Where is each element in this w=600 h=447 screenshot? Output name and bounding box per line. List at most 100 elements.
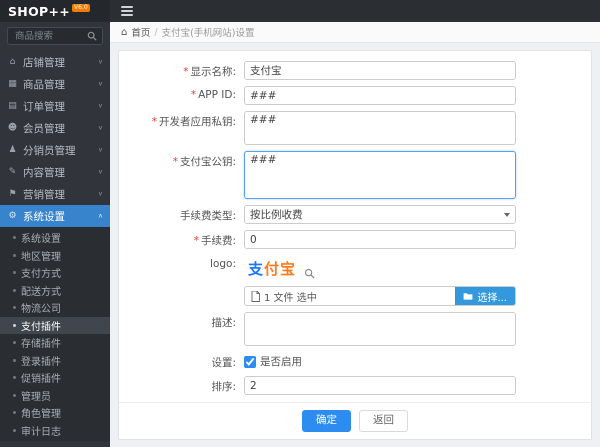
app-id-row: * APP ID: [119,86,591,105]
sidebar-subitem-promotion-plugins[interactable]: 促销插件 [0,369,110,387]
sidebar-subitem-storage-plugins[interactable]: 存储插件 [0,334,110,352]
enabled-checkbox-wrap[interactable]: 是否启用 [244,352,516,369]
sidebar-search [0,22,110,51]
sidebar: SHOP++ V6.0 ⌂ 店铺管理 ∨ ▦ 商品管理 ∨ ▤ 订单管理 [0,0,110,447]
dot-icon [13,288,16,292]
logo[interactable]: SHOP++ V6.0 [0,0,110,22]
sidebar-subitem-roles[interactable]: 角色管理 [0,404,110,422]
private-key-row: * 开发者应用私钥: ### [119,111,591,145]
search-input[interactable] [13,29,87,43]
folder-icon [464,293,473,300]
chevron-down-icon: ∨ [97,58,103,66]
sidebar-subitem-system-settings[interactable]: 系统设置 [0,229,110,247]
fee-label: * 手续费: [193,235,236,247]
sidebar-subitem-admins[interactable]: 管理员 [0,387,110,405]
fee-type-row: 手续费类型: 按比例收费 [119,205,591,224]
chevron-down-icon: ∨ [97,80,103,88]
description-label: 描述: [211,317,236,329]
sidebar-item-members[interactable]: ☻ 会员管理 ∨ [0,117,110,139]
chevron-down-icon: ∨ [97,168,103,176]
dot-icon [13,393,16,397]
sidebar-item-marketing[interactable]: ⚑ 营销管理 ∨ [0,183,110,205]
zoom-icon[interactable] [304,268,315,281]
back-button[interactable]: 返回 [359,410,408,432]
enabled-checkbox[interactable] [244,355,256,368]
orders-icon: ▤ [8,101,17,111]
shop-icon: ⌂ [9,57,16,67]
public-key-textarea[interactable]: ### [244,151,516,199]
logo-version-badge: V6.0 [72,3,90,12]
chevron-down-icon: ∨ [97,102,103,110]
form-actions: 确定 返回 [119,402,591,439]
menu-toggle-icon[interactable] [121,6,133,16]
required-mark: * [193,235,199,247]
app-id-input[interactable] [244,86,516,105]
sidebar-subitem-payment-methods[interactable]: 支付方式 [0,264,110,282]
dot-icon [13,306,16,310]
dot-icon [13,323,16,327]
content-icon: ✎ [8,167,17,177]
alipay-logo-image: 支付宝 [248,259,297,278]
logo-file-input: 1 文件 选中 选择... [244,286,516,306]
display-name-row: * 显示名称: [119,61,591,80]
private-key-textarea[interactable]: ### [244,111,516,145]
sidebar-item-content[interactable]: ✎ 内容管理 ∨ [0,161,110,183]
dot-icon [13,358,16,362]
public-key-row: * 支付宝公钥: ### [119,151,591,199]
file-status-text: 1 文件 选中 [264,292,317,304]
sidebar-subitem-audit-logs[interactable]: 审计日志 [0,422,110,440]
breadcrumb-separator: / [154,26,158,38]
sidebar-item-goods[interactable]: ▦ 商品管理 ∨ [0,73,110,95]
order-row: 排序: [119,376,591,395]
sidebar-item-distributors[interactable]: ♟ 分销员管理 ∨ [0,139,110,161]
fee-input[interactable] [244,230,516,249]
distributors-icon: ♟ [8,145,17,155]
dot-icon [13,376,16,380]
dot-icon [13,253,16,257]
breadcrumb: ⌂ 首页 / 支付宝(手机网站)设置 [110,22,600,43]
dot-icon [13,341,16,345]
fee-type-select[interactable]: 按比例收费 [244,205,516,224]
choose-file-button[interactable]: 选择... [455,287,515,305]
breadcrumb-home-link[interactable]: 首页 [131,25,150,39]
order-input[interactable] [244,376,516,395]
content-area: *显示名称: *APP ID: *开发者应用私钥: ### *支付宝公钥: ##… [110,43,600,447]
chevron-down-icon: ∨ [97,190,103,198]
sidebar-item-system-settings[interactable]: ⚙ 系统设置 ∧ [0,205,110,227]
search-box [7,27,103,45]
sidebar-subitem-login-plugins[interactable]: 登录插件 [0,352,110,370]
required-mark: * [183,66,189,78]
sidebar-subitem-logistics[interactable]: 物流公司 [0,299,110,317]
required-mark: * [190,89,197,101]
dot-icon [13,271,16,275]
fee-row: * 手续费: [119,230,591,249]
sidebar-subitem-regions[interactable]: 地区管理 [0,247,110,265]
dot-icon [13,236,16,240]
sidebar-item-shop[interactable]: ⌂ 店铺管理 ∨ [0,51,110,73]
sidebar-subitem-shipping-methods[interactable]: 配送方式 [0,282,110,300]
app-window: SHOP++ V6.0 ⌂ 店铺管理 ∨ ▦ 商品管理 ∨ ▤ 订单管理 [0,0,600,447]
goods-icon: ▦ [8,79,17,89]
display-name-input[interactable] [244,61,516,80]
main-area: ⌂ 首页 / 支付宝(手机网站)设置 *显示名称: *APP ID: [110,0,600,447]
enabled-checkbox-label: 是否启用 [260,356,302,368]
order-label: 排序: [211,381,236,393]
chevron-down-icon: ∨ [97,124,103,132]
home-icon: ⌂ [121,26,128,38]
description-textarea[interactable] [244,312,516,346]
description-row: 描述: [119,312,591,346]
sidebar-item-orders[interactable]: ▤ 订单管理 ∨ [0,95,110,117]
sidebar-menu: ⌂ 店铺管理 ∨ ▦ 商品管理 ∨ ▤ 订单管理 ∨ ☻ 会员管理 ∨ ♟ 分销 [0,51,110,447]
logo-row: logo: 支付宝 1 文件 选中 选择... [119,255,591,306]
logo-label: logo: [210,258,236,270]
public-key-label: * 支付宝公钥: [172,156,236,168]
sidebar-subitem-payment-plugins[interactable]: 支付插件 [0,316,110,334]
settings-label: 设置: [211,357,236,369]
alipay-settings-card: *显示名称: *APP ID: *开发者应用私钥: ### *支付宝公钥: ##… [118,50,592,440]
breadcrumb-current: 支付宝(手机网站)设置 [161,28,255,39]
submit-button[interactable]: 确定 [302,410,351,432]
search-icon[interactable] [87,31,97,41]
dot-icon [13,411,16,415]
settings-row: 设置: 是否启用 [119,352,591,370]
private-key-label: * 开发者应用私钥: [151,116,236,128]
